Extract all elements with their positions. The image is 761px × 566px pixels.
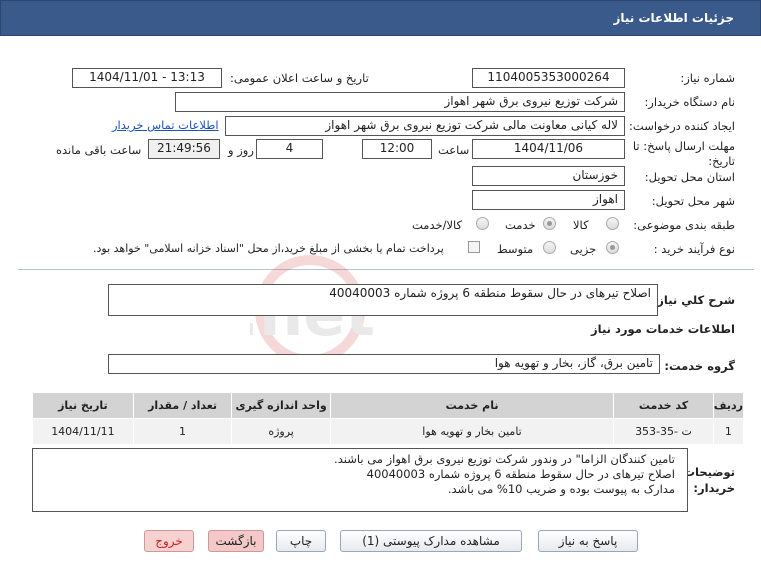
reply-button[interactable]: پاسخ به نیاز [538,530,638,552]
treasury-payment-checkbox[interactable] [468,241,480,253]
col-need-date: تاریخ نیاز [32,392,134,419]
buyer-notes-line-2: اصلاح تیرهای در حال سقوط منطقه 6 پروژه ش… [366,467,675,481]
service-group-label: گروه خدمت: [664,359,735,373]
requester-field[interactable]: لاله کیانی معاونت مالی شرکت توزیع نیروی … [225,116,625,136]
days-left-field[interactable]: 4 [256,139,323,159]
category-goods-service-radio[interactable] [476,217,489,230]
need-number-label: شماره نیاز: [680,71,735,85]
deadline-label: مهلت ارسال پاسخ: تا تاریخ: [632,139,735,168]
category-goods-service-label: کالا/خدمت [412,218,463,232]
category-label: طبقه بندی موضوعی: [633,218,735,232]
announce-datetime-field[interactable]: 1404/11/01 - 13:13 [72,68,222,88]
city-field[interactable]: اهواز [472,190,625,210]
payment-note: پرداخت تمام یا بخشی از مبلغ خرید،از محل … [93,242,444,255]
services-table: ردیف کد خدمت نام خدمت واحد اندازه گیری ت… [32,392,745,445]
buyer-notes-line-1: تامین کنندگان الزاما" در وندور شرکت توزی… [334,452,675,466]
purchase-medium-radio[interactable] [543,241,556,254]
back-button[interactable]: بازگشت [208,530,264,552]
province-field[interactable]: خوزستان [472,166,625,186]
announce-datetime-label: تاریخ و ساعت اعلان عمومی: [230,71,369,85]
general-desc-field[interactable]: اصلاح تیرهای در حال سقوط منطقه 6 پروژه ش… [108,284,658,316]
buyer-contact-link[interactable]: اطلاعات تماس خریدار [112,118,219,132]
category-service-radio[interactable] [543,217,556,230]
services-info-heading: اطلاعات خدمات مورد نیاز [591,322,735,336]
general-desc-label: شرح کلي نیاز: [652,293,735,307]
col-row: ردیف [712,392,745,419]
requester-label: ایجاد کننده درخواست: [629,119,735,133]
province-label: استان محل تحویل: [644,170,735,184]
cell-need-date: 1404/11/11 [32,418,134,445]
col-service-code: کد خدمت [613,392,714,419]
purchase-minor-radio[interactable] [606,241,619,254]
deadline-date-field[interactable]: 1404/11/06 [472,139,625,159]
buyer-org-label: نام دستگاه خریدار: [644,95,735,109]
deadline-time-label: ساعت [438,143,470,157]
col-quantity: تعداد / مقدار [132,392,233,419]
cell-quantity: 1 [132,418,233,445]
buyer-notes-field[interactable]: تامین کنندگان الزاما" در وندور شرکت توزی… [32,448,688,512]
col-service-name: نام خدمت [329,392,615,419]
exit-button[interactable]: خروج [144,530,194,552]
cell-service-name: تامین بخار و تهویه هوا [329,418,615,445]
cell-service-code: ت -35-353 [613,418,714,445]
time-left-field: 21:49:56 [148,139,220,159]
need-number-field[interactable]: 1104005353000264 [472,68,625,88]
buyer-org-field[interactable]: شرکت توزیع نیروی برق شهر اهواز [175,92,625,112]
day-and-label: روز و [228,143,254,157]
buyer-notes-line-3: مدارک به پیوست بوده و ضریب 10% می باشد. [447,482,675,496]
deadline-time-field[interactable]: 12:00 [362,139,432,159]
category-goods-label: کالا [573,218,589,232]
table-row: 1 ت -35-353 تامین بخار و تهویه هوا پروژه… [32,418,745,445]
category-service-label: خدمت [505,218,536,232]
col-unit: واحد اندازه گیری [231,392,331,419]
cell-unit: پروژه [231,418,331,445]
remaining-label: ساعت باقی مانده [56,143,142,157]
window-title: جزئیات اطلاعات نیاز [613,11,734,25]
attachments-button[interactable]: مشاهده مدارک پیوستی (1) [340,530,522,552]
cell-row: 1 [712,418,745,445]
purchase-medium-label: متوسط [497,242,534,256]
service-group-field[interactable]: تامین برق، گاز، بخار و تهویه هوا [108,354,660,374]
table-header-row: ردیف کد خدمت نام خدمت واحد اندازه گیری ت… [32,392,745,419]
print-button[interactable]: چاپ [276,530,326,552]
window-title-bar: جزئیات اطلاعات نیاز [0,0,761,36]
city-label: شهر محل تحویل: [651,194,735,208]
purchase-minor-label: جزیی [570,242,597,256]
purchase-type-label: نوع فرآیند خرید : [653,242,735,256]
category-goods-radio[interactable] [606,217,619,230]
